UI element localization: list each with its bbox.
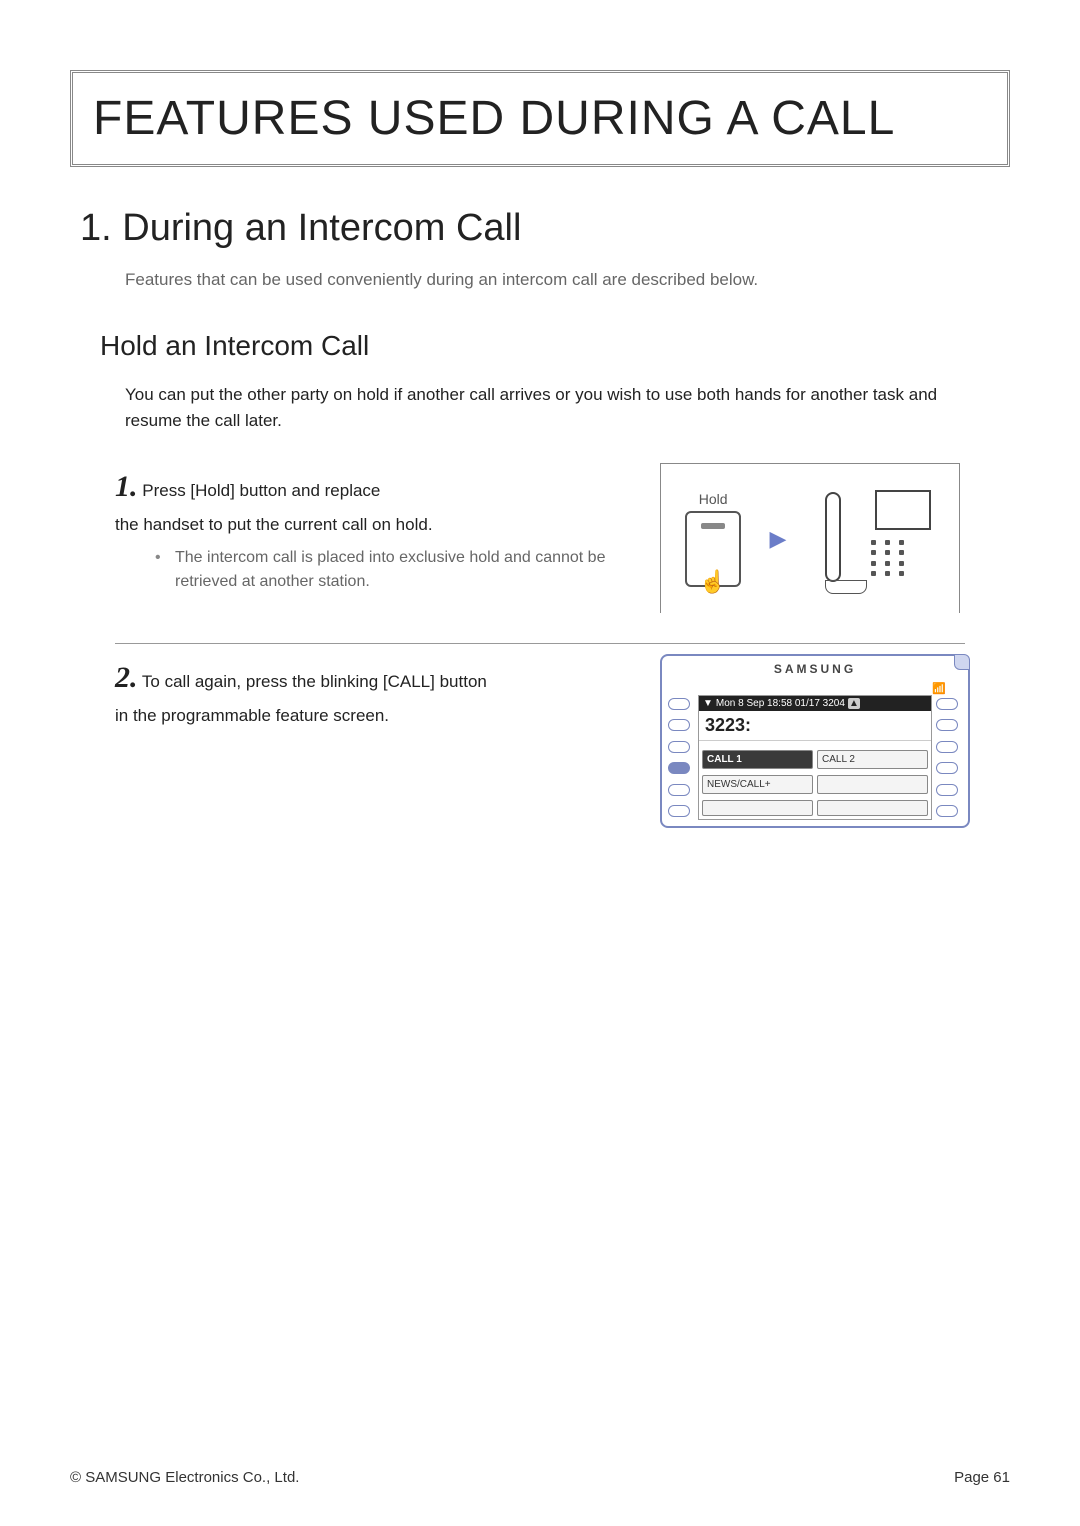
phone-graphic: [815, 484, 935, 594]
step-2-row: 2. To call again, press the blinking [CA…: [115, 644, 970, 828]
right-softkey-2: [936, 719, 958, 731]
step-1-row: 1. Press [Hold] button and replace the h…: [115, 453, 970, 613]
step-2-text: 2. To call again, press the blinking [CA…: [115, 654, 640, 729]
phone-cord-graphic: [825, 576, 865, 594]
left-softkey-5: [668, 784, 690, 796]
step-1-illustration-col: Hold ☝ ▶: [660, 463, 970, 613]
screen-status-text: Mon 8 Sep 18:58 01/17 3204: [716, 698, 845, 709]
step-1-number: 1.: [115, 470, 138, 503]
page-title: FEATURES USED DURING A CALL: [93, 91, 987, 146]
step-2-lead: To call again, press the blinking [CALL]…: [142, 672, 487, 691]
screen-empty-button-1: [817, 775, 928, 794]
phone-screen-graphic: [875, 490, 931, 530]
hold-illustration: Hold ☝ ▶: [660, 463, 960, 613]
phone-handset-graphic: [825, 492, 841, 582]
step-1-lead: Press [Hold] button and replace: [142, 481, 380, 500]
hold-button-graphic: ☝: [685, 511, 741, 587]
footer-copyright: © SAMSUNG Electronics Co., Ltd.: [70, 1469, 299, 1486]
screen-empty-button-2: [702, 800, 813, 816]
step-1-bullets: The intercom call is placed into exclusi…: [155, 546, 640, 594]
screen-empty-button-3: [817, 800, 928, 816]
screen-center: ▼ Mon 8 Sep 18:58 01/17 3204 ▲ 3223: CAL…: [698, 695, 932, 820]
step-2-number: 2.: [115, 661, 138, 694]
screen-corner-tab: [954, 654, 970, 670]
step-1-text: 1. Press [Hold] button and replace the h…: [115, 463, 640, 538]
right-softkey-5: [936, 784, 958, 796]
signal-icon: 📶: [932, 682, 946, 695]
left-softkey-4-active: [668, 762, 690, 774]
screen-grid: ▼ Mon 8 Sep 18:58 01/17 3204 ▲ 3223: CAL…: [668, 695, 962, 820]
step-1-rest: the handset to put the current call on h…: [115, 515, 433, 534]
screen-call2-button: CALL 2: [817, 750, 928, 769]
page-footer: © SAMSUNG Electronics Co., Ltd. Page 61: [70, 1469, 1010, 1486]
screen-button-row-1: CALL 1 CALL 2: [699, 747, 931, 772]
step-2-rest: in the programmable feature screen.: [115, 706, 389, 725]
left-softkey-6: [668, 805, 690, 817]
hold-button-device: Hold ☝: [685, 491, 741, 587]
screen-brand: SAMSUNG: [668, 662, 962, 676]
hold-label: Hold: [685, 491, 741, 507]
screen-newscall-button: NEWS/CALL+: [702, 775, 813, 794]
page-title-box: FEATURES USED DURING A CALL: [70, 70, 1010, 167]
step-2-text-col: 2. To call again, press the blinking [CA…: [115, 654, 640, 828]
footer-page-number: Page 61: [954, 1469, 1010, 1486]
right-softkey-1: [936, 698, 958, 710]
screen-dialed-number: 3223:: [699, 711, 931, 741]
subsection-title: Hold an Intercom Call: [100, 330, 1010, 362]
step-2-illustration-col: SAMSUNG 📶 ▼ Mon 8 Sep 18:58 01/17 3204 ▲…: [660, 654, 970, 828]
phone-keypad-graphic: [871, 540, 911, 580]
down-triangle-icon: ▼: [703, 698, 713, 709]
screen-button-row-2: NEWS/CALL+: [699, 772, 931, 797]
phone-screen-illustration: SAMSUNG 📶 ▼ Mon 8 Sep 18:58 01/17 3204 ▲…: [660, 654, 970, 828]
step-1-bullet-1: The intercom call is placed into exclusi…: [155, 546, 640, 594]
right-softkey-4: [936, 762, 958, 774]
left-softkey-1: [668, 698, 690, 710]
section-title: 1. During an Intercom Call: [80, 207, 1010, 250]
arrow-right-icon: ▶: [770, 526, 787, 552]
screen-button-row-3: [699, 797, 931, 819]
left-softkey-2: [668, 719, 690, 731]
hand-icon: ☝: [699, 569, 726, 595]
left-softkey-3: [668, 741, 690, 753]
up-triangle-icon: ▲: [848, 698, 860, 709]
screen-call1-button: CALL 1: [702, 750, 813, 769]
section-intro: Features that can be used conveniently d…: [125, 270, 1010, 290]
right-softkey-3: [936, 741, 958, 753]
screen-status-bar: ▼ Mon 8 Sep 18:58 01/17 3204 ▲: [699, 696, 931, 711]
subsection-body: You can put the other party on hold if a…: [125, 382, 970, 433]
screen-top-icons: 📶: [668, 682, 962, 695]
step-1-text-col: 1. Press [Hold] button and replace the h…: [115, 463, 640, 613]
right-softkey-6: [936, 805, 958, 817]
